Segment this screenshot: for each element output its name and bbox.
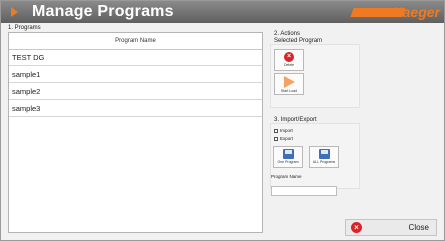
one-program-button[interactable]: One Program <box>273 146 303 168</box>
play-arrow-icon <box>283 76 295 88</box>
close-button[interactable]: × Close <box>345 219 437 236</box>
title-arrow-icon <box>11 7 18 17</box>
manage-programs-window: Manage Programs Haeger 1. Programs Progr… <box>0 0 445 241</box>
actions-section-label: 2. Actions <box>274 31 301 37</box>
program-row-test-dg[interactable]: TEST DG <box>9 50 262 66</box>
export-label: Export <box>280 136 294 141</box>
start-load-button[interactable]: Start Load <box>274 73 304 95</box>
delete-button-label: Delete <box>283 63 295 67</box>
all-programs-button[interactable]: ALL Programs <box>309 146 339 168</box>
selected-program-label: Selected Program <box>274 38 323 44</box>
program-row-sample2[interactable]: sample2 <box>9 84 262 100</box>
floppy-disk-icon <box>318 149 330 159</box>
window-title: Manage Programs <box>32 3 174 20</box>
program-name-input[interactable] <box>271 186 337 196</box>
brand-name: Haeger <box>392 4 440 20</box>
program-row-sample3[interactable]: sample3 <box>9 101 262 117</box>
delete-circle-icon: × <box>284 52 294 62</box>
delete-button[interactable]: × Delete <box>274 49 304 71</box>
program-name-column-header[interactable]: Program Name <box>9 33 262 50</box>
import-checkbox[interactable] <box>274 128 278 133</box>
title-bar: Manage Programs Haeger <box>1 1 444 23</box>
export-option[interactable]: Export <box>274 136 293 141</box>
all-programs-button-label: ALL Programs <box>312 160 336 164</box>
close-circle-icon: × <box>351 222 362 233</box>
programs-section-label: 1. Programs <box>8 25 41 31</box>
program-name-label: Program Name <box>271 174 302 179</box>
program-row-sample1[interactable]: sample1 <box>9 67 262 83</box>
one-program-button-label: One Program <box>277 160 299 164</box>
import-export-section-label: 3. Import/Export <box>274 117 317 123</box>
brand-logo: Haeger <box>346 4 444 20</box>
programs-list: Program Name TEST DG sample1 sample2 sam… <box>8 32 263 233</box>
start-load-button-label: Start Load <box>280 89 298 93</box>
import-option[interactable]: Import <box>274 128 293 133</box>
floppy-disk-icon <box>282 149 294 159</box>
close-button-label: Close <box>408 223 429 232</box>
export-checkbox[interactable] <box>274 136 278 141</box>
import-label: Import <box>280 128 293 133</box>
